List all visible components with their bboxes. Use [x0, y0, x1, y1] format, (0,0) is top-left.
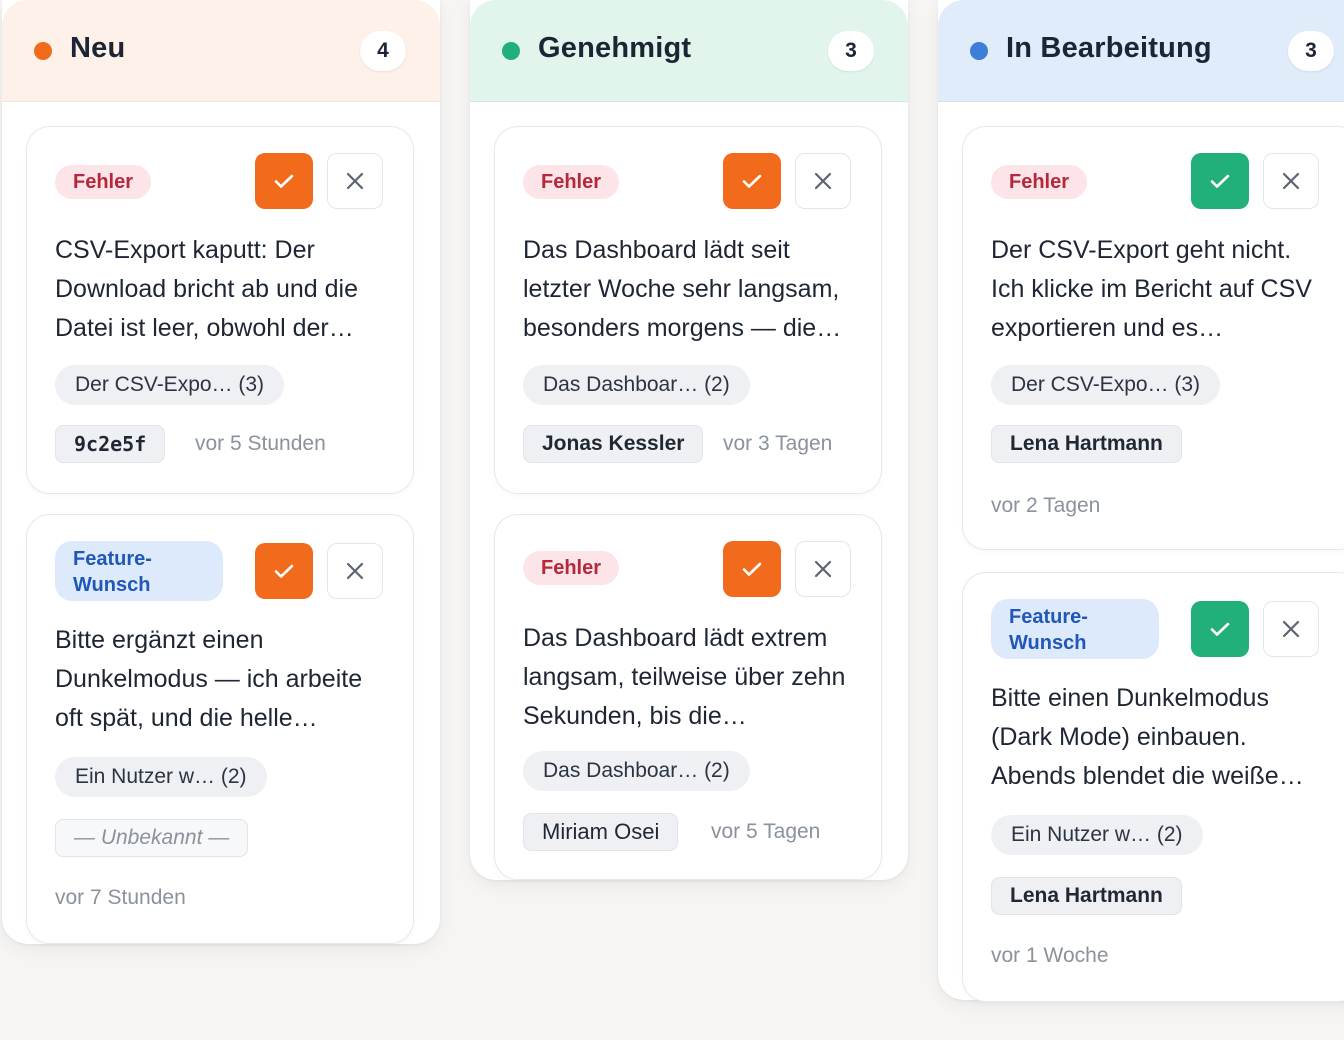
column-count-badge: 3	[828, 31, 874, 71]
column-count-badge: 4	[360, 31, 406, 71]
ticket-text: Der CSV-Export geht nicht. Ich klicke im…	[991, 236, 1312, 342]
timestamp: vor 5 Stunden	[195, 432, 326, 455]
column-header: Genehmigt 3	[470, 0, 908, 102]
group-chip[interactable]: Ein Nutzer w… (2)	[991, 815, 1203, 855]
group-chip[interactable]: Das Dashboar… (2)	[523, 751, 750, 791]
tag-badge: Feature-Wunsch	[55, 541, 223, 601]
check-icon	[274, 174, 294, 188]
reject-button[interactable]	[327, 543, 383, 599]
group-chip[interactable]: Ein Nutzer w… (2)	[55, 757, 267, 797]
close-icon	[814, 172, 832, 190]
assignee-pill: Jonas Kessler	[523, 425, 704, 463]
column-header: Neu 4	[2, 0, 440, 102]
close-icon	[1282, 172, 1300, 190]
ticket-text: CSV-Export kaputt: Der Download bricht a…	[55, 236, 358, 342]
tag-badge: Fehler	[523, 551, 620, 585]
check-icon	[1210, 622, 1230, 636]
ticket-card[interactable]: Feature-Wunsch Bitte einen Dunkelmodus (…	[962, 572, 1344, 1002]
approve-button[interactable]	[255, 543, 313, 599]
timestamp: vor 2 Tagen	[991, 494, 1101, 517]
assignee-pill: Lena Hartmann	[991, 425, 1182, 463]
ticket-card[interactable]: Fehler Der CSV-Export geht nicht. Ich kl…	[962, 126, 1344, 550]
check-icon	[742, 174, 762, 188]
group-chip[interactable]: Der CSV-Expo… (3)	[991, 365, 1221, 405]
ticket-text: Das Dashboard lädt extrem langsam, teilw…	[523, 624, 846, 730]
column-in-bearbeitung: In Bearbeitung 3 Fehler Der CSV-Export g…	[938, 0, 1344, 1002]
column-header: In Bearbeitung 3	[938, 0, 1344, 102]
tag-badge: Fehler	[55, 165, 152, 199]
tag-badge: Fehler	[523, 165, 620, 199]
assignee-pill: Miriam Osei	[523, 813, 679, 851]
approve-button[interactable]	[723, 153, 781, 209]
tag-badge: Fehler	[991, 165, 1088, 199]
check-icon	[742, 562, 762, 576]
timestamp: vor 3 Tagen	[723, 432, 833, 455]
column-genehmigt: Genehmigt 3 Fehler Das Dashboard lädt se…	[470, 0, 908, 880]
ticket-card[interactable]: Fehler Das Dashboard lädt extrem langsam…	[494, 514, 882, 880]
column-title: Neu	[70, 32, 126, 64]
ticket-text: Das Dashboard lädt seit letzter Woche se…	[523, 236, 842, 342]
status-dot	[502, 42, 520, 60]
ticket-card[interactable]: Feature-Wunsch Bitte ergänzt einen Dunke…	[26, 514, 414, 944]
reject-button[interactable]	[1263, 153, 1319, 209]
timestamp: vor 7 Stunden	[55, 886, 186, 909]
timestamp: vor 1 Woche	[991, 944, 1109, 967]
reject-button[interactable]	[795, 153, 851, 209]
ticket-card[interactable]: Fehler CSV-Export kaputt: Der Download b…	[26, 126, 414, 494]
group-chip[interactable]: Das Dashboar… (2)	[523, 365, 750, 405]
assignee-pill: — Unbekannt —	[55, 819, 249, 857]
column-neu: Neu 4 Fehler CSV-Export kaputt: Der Down…	[2, 0, 440, 944]
group-chip[interactable]: Der CSV-Expo… (3)	[55, 365, 285, 405]
column-title: In Bearbeitung	[1006, 32, 1212, 64]
reject-button[interactable]	[1263, 601, 1319, 657]
check-icon	[274, 564, 294, 578]
approve-button[interactable]	[255, 153, 313, 209]
status-dot	[970, 42, 988, 60]
close-icon	[1282, 620, 1300, 638]
reject-button[interactable]	[795, 541, 851, 597]
close-icon	[814, 560, 832, 578]
ticket-text: Bitte einen Dunkelmodus (Dark Mode) einb…	[991, 684, 1304, 790]
check-icon	[1210, 174, 1230, 188]
close-icon	[346, 562, 364, 580]
ticket-card[interactable]: Fehler Das Dashboard lädt seit letzter W…	[494, 126, 882, 494]
ticket-text: Bitte ergänzt einen Dunkelmodus — ich ar…	[55, 626, 363, 732]
status-dot	[34, 42, 52, 60]
reject-button[interactable]	[327, 153, 383, 209]
assignee-pill: Lena Hartmann	[991, 877, 1182, 915]
timestamp: vor 5 Tagen	[711, 820, 821, 843]
approve-button[interactable]	[1191, 601, 1249, 657]
assignee-pill: 9c2e5f	[55, 425, 166, 463]
column-title: Genehmigt	[538, 32, 692, 64]
approve-button[interactable]	[723, 541, 781, 597]
tag-badge: Feature-Wunsch	[991, 599, 1159, 659]
close-icon	[346, 172, 364, 190]
approve-button[interactable]	[1191, 153, 1249, 209]
column-count-badge: 3	[1288, 31, 1334, 71]
